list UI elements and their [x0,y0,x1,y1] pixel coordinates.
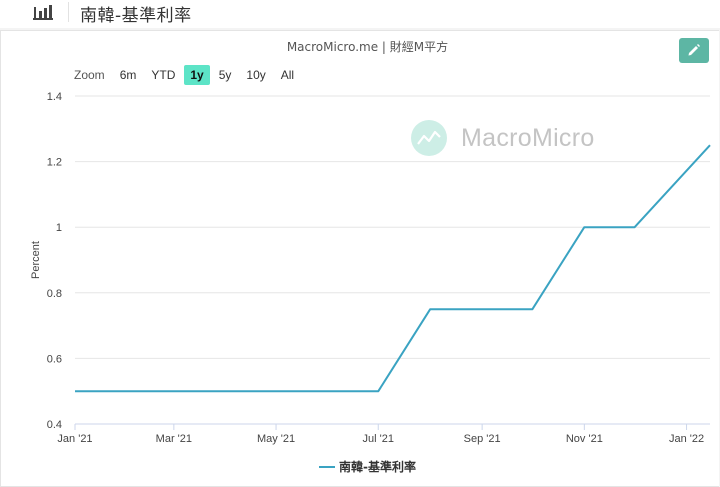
y-tick-label: 1.2 [47,157,62,169]
y-tick-label: 1.4 [47,91,62,103]
line-chart: 0.4 0.6 0.8 1 1.2 1.4 Jan '21 Mar '21 May '21 Jul… [30,91,711,445]
legend[interactable]: 南韓-基準利率 [0,458,720,475]
x-tick-label: Sep '21 [464,433,501,445]
x-tick-label: Jan '22 [669,433,704,445]
y-tick-label: 0.4 [47,419,62,431]
x-tick-label: Jul '21 [363,433,394,445]
legend-swatch [319,465,335,468]
series-line [75,144,711,393]
x-tick-label: Nov '21 [566,433,603,445]
legend-label: 南韓-基準利率 [339,460,416,474]
y-tick-label: 0.8 [47,288,62,300]
y-tick-label: 0.6 [47,353,62,365]
x-tick-label: Jan '21 [57,433,92,445]
x-tick-label: Mar '21 [156,433,192,445]
x-tick-label: May '21 [257,433,295,445]
y-tick-label: 1 [56,222,62,234]
y-axis-label: Percent [30,241,42,279]
